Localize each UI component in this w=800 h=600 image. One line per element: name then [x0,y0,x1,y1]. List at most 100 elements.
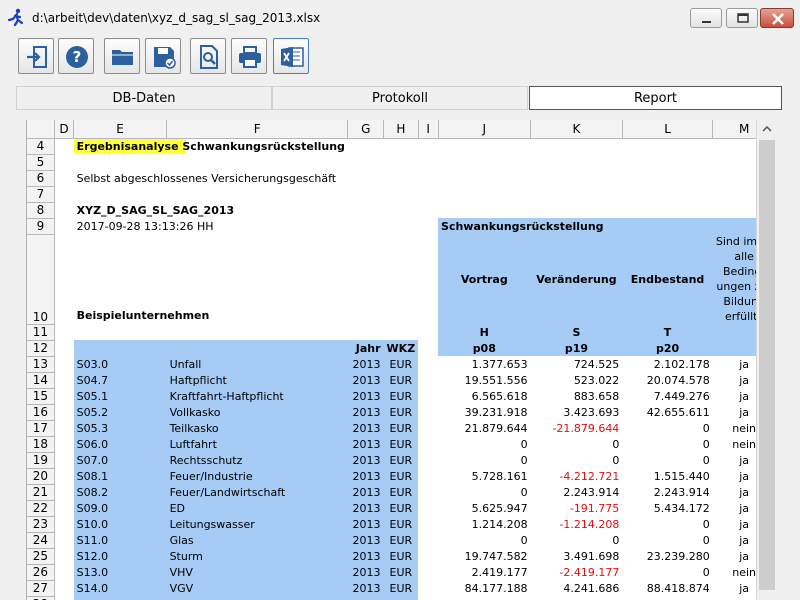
row-header[interactable]: 24 [27,532,55,549]
endbestand-value[interactable]: 0 [622,420,712,436]
veraenderung-value[interactable]: 0 [531,436,623,452]
column-header[interactable]: K [530,120,623,139]
cell[interactable] [418,420,438,436]
column-header[interactable]: F [166,120,349,139]
header-jahr[interactable]: Jahr [347,340,384,356]
veraenderung-value[interactable]: 3.491.698 [531,548,623,564]
branch-name[interactable]: Luftfahrt [166,436,348,452]
cell[interactable] [418,596,438,600]
row-header[interactable]: 25 [27,548,55,565]
cell[interactable] [418,484,438,500]
year[interactable]: 2013 [347,468,384,484]
vortrag-value[interactable]: 5.728.161 [438,468,531,484]
currency[interactable]: EUR [383,484,419,500]
vortrag-value[interactable]: 0 [438,484,531,500]
cell[interactable] [418,170,775,186]
year[interactable]: 2013 [347,356,384,372]
branch-code[interactable]: S05.1 [73,388,167,404]
endbestand-value[interactable]: 0 [622,436,712,452]
veraenderung-value[interactable]: -21.879.644 [531,420,623,436]
cell[interactable] [54,218,73,234]
branch-name[interactable]: ED [166,500,348,516]
column-header[interactable]: I [418,120,439,139]
maximize-button[interactable] [726,8,758,28]
row-header[interactable]: 15 [27,388,55,405]
year[interactable]: 2013 [347,436,384,452]
branch-code[interactable]: S10.0 [73,516,167,532]
currency[interactable]: EUR [383,420,419,436]
branch-code[interactable]: S03.0 [73,356,167,372]
cell[interactable] [54,138,73,154]
endbestand-value[interactable]: 20.074.578 [622,372,712,388]
row-header[interactable]: 28 [27,596,55,600]
branch-name[interactable]: Teilkasko [166,420,348,436]
vortrag-value[interactable]: 0 [438,532,531,548]
column-header[interactable]: D [54,120,75,139]
vortrag-value[interactable]: 84.177.188 [438,580,531,596]
endbestand-value[interactable]: 42.655.611 [622,404,712,420]
cell[interactable] [54,564,73,580]
block-header[interactable]: Schwankungsrückstellung [438,218,776,234]
row-header[interactable]: 6 [27,170,55,187]
branch-name[interactable]: Rechtsschutz [166,452,348,468]
cell[interactable] [54,202,73,218]
vortrag-value[interactable]: 0 [438,596,531,600]
header-vortrag[interactable]: Vortrag [438,234,531,324]
timestamp[interactable]: 2017-09-28 13:13:26 HH [74,218,384,234]
close-button[interactable] [760,8,794,28]
currency[interactable]: EUR [383,468,419,484]
branch-code[interactable]: S12.0 [73,548,167,564]
cell[interactable] [54,436,73,452]
row-header[interactable]: 20 [27,468,55,485]
tab-db-daten[interactable]: DB-Daten [16,86,272,110]
cell[interactable] [54,404,73,420]
currency[interactable]: EUR [383,404,419,420]
row-header[interactable]: 21 [27,484,55,501]
branch-name[interactable]: VGV [166,580,348,596]
tab-protokoll[interactable]: Protokoll [272,86,528,110]
endbestand-value[interactable]: 7.449.276 [622,388,712,404]
veraenderung-value[interactable]: 2.243.914 [531,484,623,500]
cell[interactable] [54,532,73,548]
branch-name[interactable]: Vollkasko [166,404,348,420]
year[interactable]: 2013 [347,532,384,548]
cell[interactable] [54,484,73,500]
select-all-corner[interactable] [27,120,55,139]
branch-code[interactable]: S05.2 [73,404,167,420]
branch-name[interactable]: Feuer/Landwirtschaft [166,484,348,500]
branch-name[interactable]: Leitungswasser [166,516,348,532]
branch-code[interactable]: S09.0 [73,500,167,516]
cell[interactable] [54,500,73,516]
row-header[interactable]: 26 [27,564,55,581]
endbestand-value[interactable]: 0 [622,532,712,548]
veraenderung-value[interactable]: -191.775 [531,500,623,516]
branch-name[interactable]: Haftpflicht [166,372,348,388]
veraenderung-value[interactable]: -1.214.208 [531,516,623,532]
year[interactable]: 2013 [347,388,384,404]
row-header[interactable]: 11 [27,324,55,341]
spreadsheet-view[interactable]: D E F G H I J K L M 4 Ergebnisanalyse Sc… [26,120,776,600]
year[interactable]: 2013 [347,564,384,580]
report-subtitle[interactable]: Selbst abgeschlossenes Versicherungsgesc… [74,170,419,186]
column-header[interactable]: H [383,120,419,139]
company-name[interactable]: Beispielunternehmen [74,234,384,324]
currency[interactable]: EUR [383,548,419,564]
branch-name[interactable]: Sturm [166,548,348,564]
branch-code[interactable]: S08.1 [73,468,167,484]
cell[interactable] [54,186,775,202]
cell[interactable] [54,340,73,356]
cell[interactable] [54,516,73,532]
open-button[interactable] [104,38,140,74]
preview-button[interactable] [190,38,226,74]
cell[interactable] [384,202,776,218]
endbestand-value[interactable]: 5.434.172 [622,500,712,516]
currency[interactable]: EUR [383,436,419,452]
print-button[interactable] [231,38,267,74]
veraenderung-value[interactable]: 4.241.686 [531,580,623,596]
endbestand-value[interactable]: 23.239.280 [622,548,712,564]
currency[interactable]: EUR [383,356,419,372]
currency[interactable]: EUR [383,388,419,404]
row-header[interactable]: 7 [27,186,55,203]
vortrag-value[interactable]: 21.879.644 [438,420,531,436]
branch-code[interactable]: S11.0 [73,532,167,548]
